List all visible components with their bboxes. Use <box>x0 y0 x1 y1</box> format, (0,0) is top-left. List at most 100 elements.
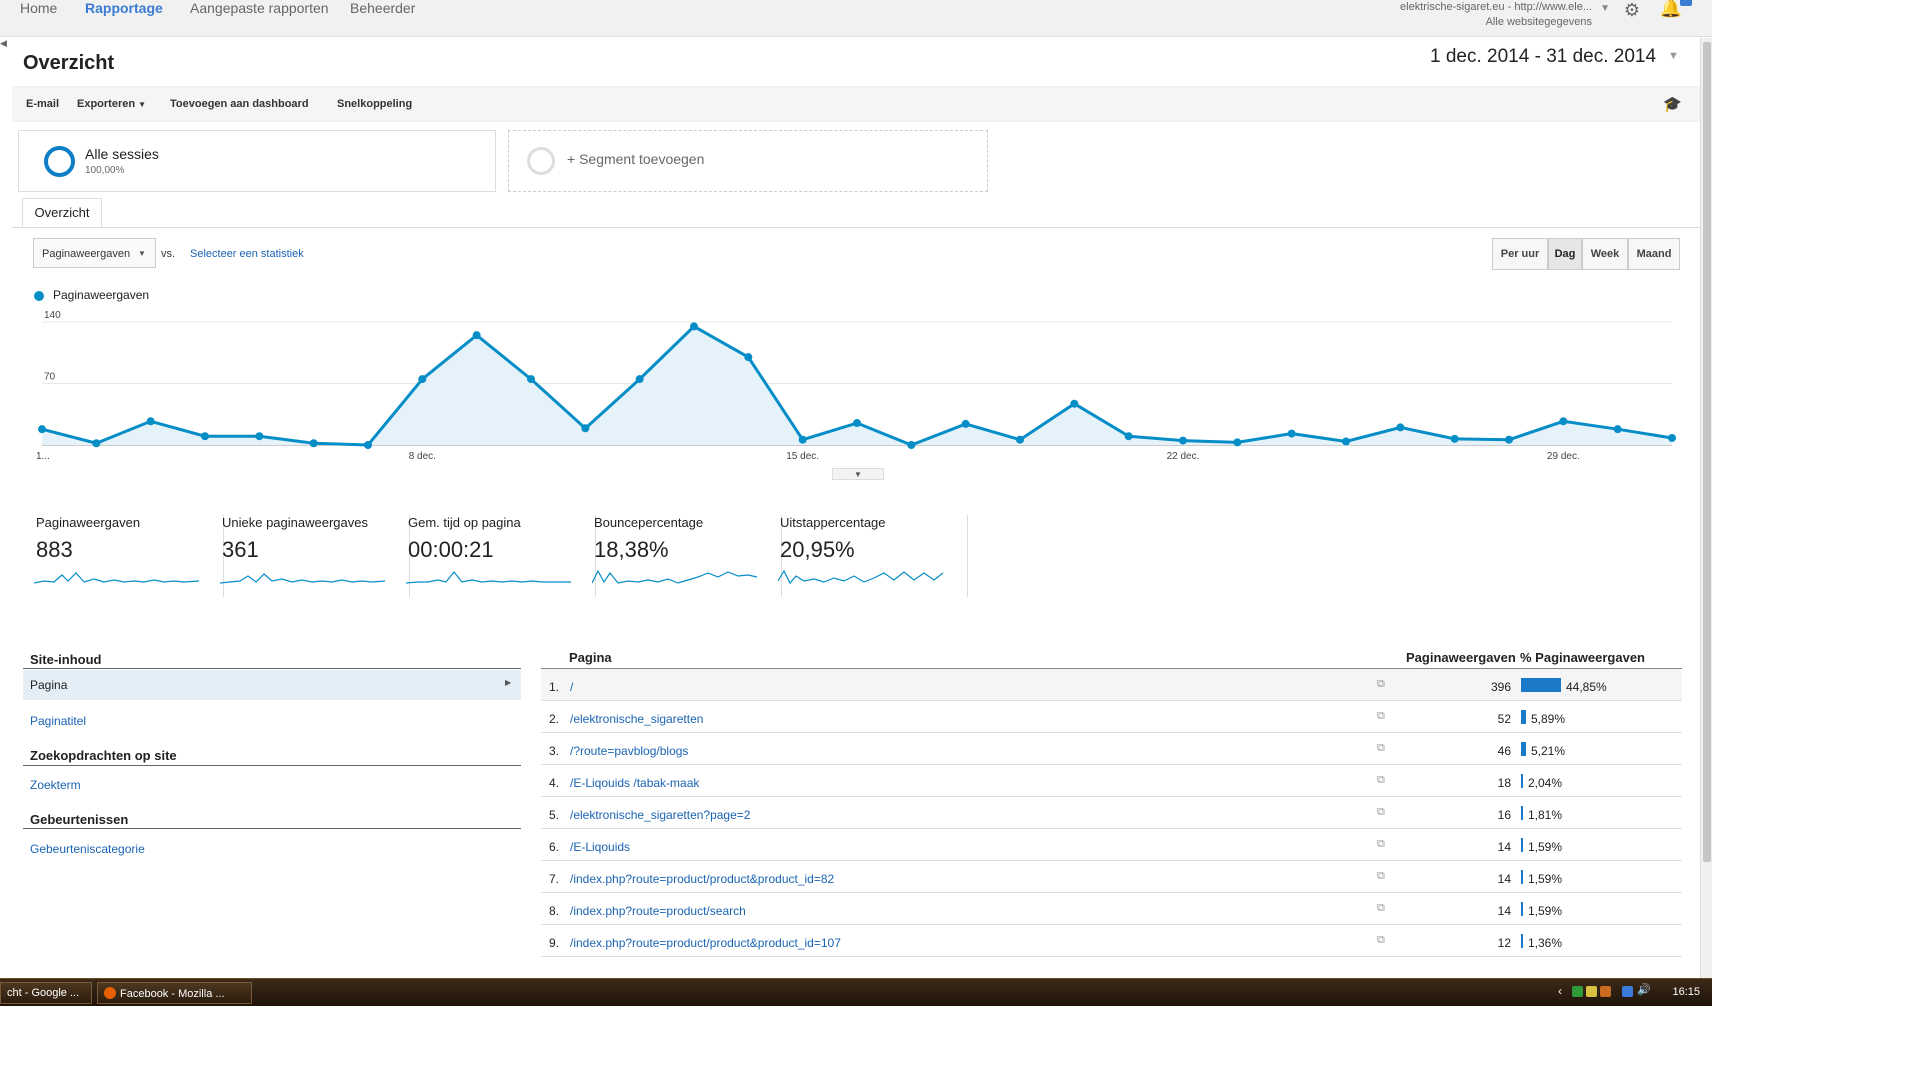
page-link[interactable]: /elektronische_sigaretten?page=2 <box>570 808 750 822</box>
account-view: Alle websitegegevens <box>1485 16 1592 28</box>
email-button[interactable]: E-mail <box>26 98 59 110</box>
scrollbar-thumb[interactable] <box>1703 42 1711 862</box>
column-header-pageviews-pct[interactable]: % Paginaweergaven <box>1520 650 1645 665</box>
chevron-down-icon: ▼ <box>138 100 147 109</box>
page-link[interactable]: /elektronische_sigaretten <box>570 712 703 726</box>
share-bar <box>1521 742 1526 756</box>
scorecard[interactable]: Unieke paginaweergaves 361 <box>218 515 410 597</box>
taskbar-item-firefox[interactable]: Facebook - Mozilla ... <box>97 982 252 1004</box>
chevron-down-icon[interactable]: ▼ <box>1668 50 1679 62</box>
divider <box>23 828 521 829</box>
table-row[interactable]: 7. /index.php?route=product/product&produ… <box>541 861 1682 893</box>
external-link-icon[interactable]: ⧉ <box>1377 774 1385 787</box>
account-selector[interactable]: elektrische-sigaret.eu - http://www.ele.… <box>1400 0 1610 30</box>
date-range-picker[interactable]: 1 dec. 2014 - 31 dec. 2014 <box>1430 46 1656 68</box>
table-row[interactable]: 2. /elektronische_sigaretten ⧉ 52 5,89% <box>541 701 1682 733</box>
column-header-page[interactable]: Pagina <box>569 650 612 665</box>
volume-icon[interactable]: 🔊 <box>1637 983 1651 996</box>
pageviews-pct: 44,85% <box>1566 680 1607 694</box>
shield-icon[interactable] <box>1572 986 1583 997</box>
scorecard-value: 20,95% <box>780 537 855 562</box>
page-link[interactable]: /E-Liqouids <box>570 840 630 854</box>
external-link-icon[interactable]: ⧉ <box>1377 934 1385 947</box>
row-number: 7. <box>549 872 560 886</box>
table-row[interactable]: 6. /E-Liqouids ⧉ 14 1,59% <box>541 829 1682 861</box>
sparkline <box>778 569 944 585</box>
table-row[interactable]: 3. /?route=pavblog/blogs ⧉ 46 5,21% <box>541 733 1682 765</box>
bell-icon[interactable]: 🔔 <box>1660 0 1682 19</box>
scrollbar[interactable] <box>1700 38 1712 978</box>
add-to-dashboard-button[interactable]: Toevoegen aan dashboard <box>170 98 309 110</box>
granularity-hour-button[interactable]: Per uur <box>1492 238 1548 270</box>
chevron-left-icon[interactable]: ‹ <box>1558 984 1562 998</box>
external-link-icon[interactable]: ⧉ <box>1377 838 1385 851</box>
column-header-pageviews[interactable]: Paginaweergaven <box>1406 650 1516 665</box>
line-chart[interactable]: 140 70 1... 8 dec. 15 dec. 22 dec. 29 dec. <box>30 310 1690 470</box>
nav-rapportage[interactable]: Rapportage <box>85 0 163 16</box>
nav-custom-reports[interactable]: Aangepaste rapporten <box>190 0 329 16</box>
pageviews-value: 46 <box>1497 744 1511 758</box>
page-link[interactable]: / <box>570 680 573 694</box>
external-link-icon[interactable]: ⧉ <box>1377 710 1385 723</box>
tab-overzicht[interactable]: Overzicht <box>22 198 102 228</box>
scorecard-value: 361 <box>222 537 259 562</box>
scorecard[interactable]: Uitstappercentage 20,95% <box>776 515 968 597</box>
graduation-cap-icon[interactable]: 🎓 <box>1663 95 1682 113</box>
share-bar <box>1521 710 1526 724</box>
nav-home[interactable]: Home <box>20 0 57 16</box>
data-point <box>1016 435 1024 444</box>
page-link[interactable]: /?route=pavblog/blogs <box>570 744 688 758</box>
nav-admin[interactable]: Beheerder <box>350 0 415 16</box>
share-bar <box>1521 902 1523 916</box>
collapse-sidebar-icon[interactable]: ◀ <box>0 38 12 62</box>
share-bar <box>1521 934 1523 948</box>
taskbar-item-label: Facebook - Mozilla ... <box>120 988 225 1000</box>
data-point <box>1505 435 1513 444</box>
notification-badge <box>1680 0 1692 6</box>
row-number: 4. <box>549 776 560 790</box>
segment-all-sessions[interactable]: Alle sessies 100,00% <box>18 130 496 192</box>
scorecard[interactable]: Paginaweergaven 883 <box>32 515 224 597</box>
shortcut-button[interactable]: Snelkoppeling <box>337 98 412 110</box>
export-button[interactable]: Exporteren ▼ <box>77 98 146 110</box>
share-bar <box>1521 870 1523 884</box>
analytics-app: Home Rapportage Aangepaste rapporten Beh… <box>0 0 1712 978</box>
granularity-week-button[interactable]: Week <box>1582 238 1628 270</box>
chart-collapse-toggle[interactable]: ▼ <box>832 468 884 480</box>
tray-app-icon[interactable] <box>1586 986 1597 997</box>
scorecard[interactable]: Gem. tijd op pagina 00:00:21 <box>404 515 596 597</box>
page-link[interactable]: /index.php?route=product/product&product… <box>570 872 834 886</box>
pageviews-value: 52 <box>1497 712 1511 726</box>
data-point <box>1668 433 1676 442</box>
clock: 16:15 <box>1672 986 1700 998</box>
table-row[interactable]: 5. /elektronische_sigaretten?page=2 ⧉ 16 1,8… <box>541 797 1682 829</box>
network-icon[interactable] <box>1622 986 1633 997</box>
left-nav-pagina[interactable]: Pagina <box>23 670 521 700</box>
table-row[interactable]: 9. /index.php?route=product/product&produ… <box>541 925 1682 957</box>
add-segment-button[interactable]: + Segment toevoegen <box>508 130 988 192</box>
page-link[interactable]: /E-Liqouids /tabak-maak <box>570 776 699 790</box>
external-link-icon[interactable]: ⧉ <box>1377 806 1385 819</box>
pageviews-value: 14 <box>1497 872 1511 886</box>
page-link[interactable]: /index.php?route=product/search <box>570 904 746 918</box>
external-link-icon[interactable]: ⧉ <box>1377 870 1385 883</box>
pageviews-pct: 1,59% <box>1528 840 1563 854</box>
select-statistic-link[interactable]: Selecteer een statistiek <box>190 248 304 260</box>
left-nav-event-category[interactable]: Gebeurteniscategorie <box>30 842 145 856</box>
left-nav-paginatitel[interactable]: Paginatitel <box>30 714 86 728</box>
external-link-icon[interactable]: ⧉ <box>1377 742 1385 755</box>
scorecard[interactable]: Bouncepercentage 18,38% <box>590 515 782 597</box>
gear-icon[interactable]: ⚙ <box>1624 0 1640 21</box>
page-link[interactable]: /index.php?route=product/product&product… <box>570 936 841 950</box>
site-search-heading: Zoekopdrachten op site <box>30 748 177 763</box>
left-nav-zoekterm[interactable]: Zoekterm <box>30 778 81 792</box>
external-link-icon[interactable]: ⧉ <box>1377 678 1385 691</box>
granularity-day-button[interactable]: Dag <box>1548 238 1582 270</box>
table-row[interactable]: 1. / ⧉ 396 44,85% <box>541 669 1682 701</box>
granularity-month-button[interactable]: Maand <box>1628 238 1680 270</box>
external-link-icon[interactable]: ⧉ <box>1377 902 1385 915</box>
table-row[interactable]: 8. /index.php?route=product/search ⧉ 14 1,59… <box>541 893 1682 925</box>
table-row[interactable]: 4. /E-Liqouids /tabak-maak ⧉ 18 2,04% <box>541 765 1682 797</box>
tray-app-icon[interactable] <box>1600 986 1611 997</box>
taskbar-item-chrome[interactable]: cht - Google ... <box>0 982 92 1004</box>
